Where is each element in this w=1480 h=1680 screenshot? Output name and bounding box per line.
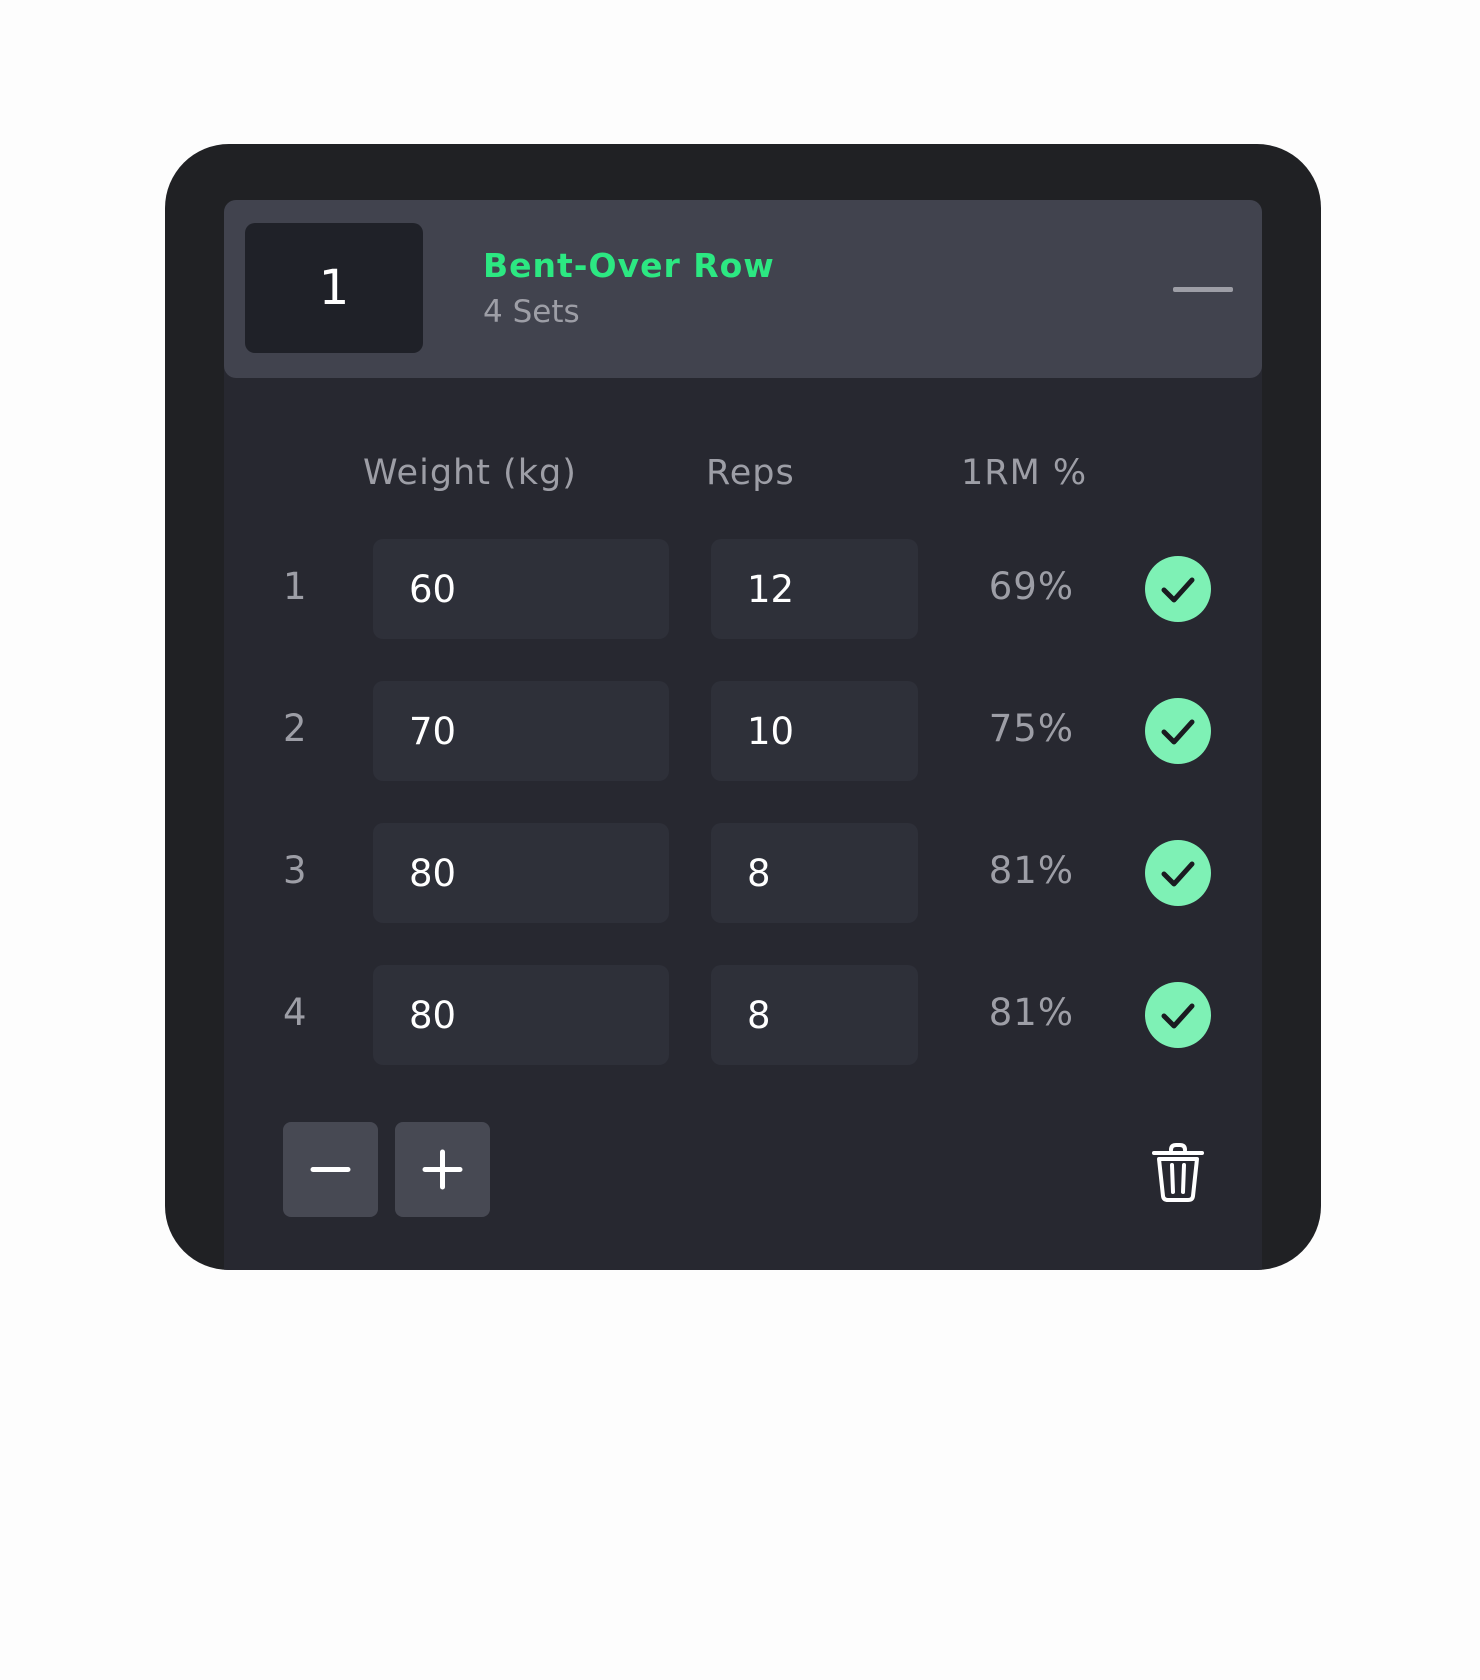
exercise-set-count: 4 Sets bbox=[483, 294, 580, 330]
checkmark-icon bbox=[1161, 1003, 1195, 1029]
one-rm-percent: 81% bbox=[988, 849, 1074, 892]
minus-line-icon bbox=[1173, 287, 1233, 292]
set-row: 4 80 8 81% bbox=[224, 965, 1262, 1065]
weight-input[interactable]: 80 bbox=[373, 965, 669, 1065]
one-rm-percent: 69% bbox=[988, 565, 1074, 608]
checkmark-icon bbox=[1161, 861, 1195, 887]
set-row: 2 70 10 75% bbox=[224, 681, 1262, 781]
set-row: 3 80 8 81% bbox=[224, 823, 1262, 923]
set-number: 3 bbox=[283, 849, 307, 892]
one-rm-percent: 75% bbox=[988, 707, 1074, 750]
trash-icon bbox=[1152, 1143, 1204, 1202]
exercise-index: 1 bbox=[245, 223, 423, 353]
checkmark-icon bbox=[1161, 577, 1195, 603]
weight-input[interactable]: 80 bbox=[373, 823, 669, 923]
checkmark-icon bbox=[1161, 719, 1195, 745]
remove-set-button[interactable] bbox=[283, 1122, 378, 1217]
reps-input[interactable]: 8 bbox=[711, 965, 918, 1065]
delete-exercise-button[interactable] bbox=[1145, 1140, 1211, 1206]
exercise-title: Bent-Over Row bbox=[483, 246, 775, 285]
set-row: 1 60 12 69% bbox=[224, 539, 1262, 639]
complete-set-button[interactable] bbox=[1145, 556, 1211, 622]
minus-icon bbox=[310, 1167, 351, 1172]
weight-input[interactable]: 60 bbox=[373, 539, 669, 639]
collapse-button[interactable] bbox=[1164, 262, 1244, 316]
add-set-button[interactable] bbox=[395, 1122, 490, 1217]
exercise-panel: 1 Bent-Over Row 4 Sets Weight (kg) Reps … bbox=[224, 200, 1262, 1270]
reps-input[interactable]: 10 bbox=[711, 681, 918, 781]
reps-input[interactable]: 12 bbox=[711, 539, 918, 639]
exercise-header[interactable]: 1 Bent-Over Row 4 Sets bbox=[224, 200, 1262, 378]
reps-input[interactable]: 8 bbox=[711, 823, 918, 923]
complete-set-button[interactable] bbox=[1145, 982, 1211, 1048]
set-number: 4 bbox=[283, 991, 307, 1034]
set-number: 1 bbox=[283, 565, 307, 608]
column-header-1rm: 1RM % bbox=[961, 453, 1088, 493]
column-header-reps: Reps bbox=[706, 453, 795, 493]
set-number: 2 bbox=[283, 707, 307, 750]
exercise-card: 1 Bent-Over Row 4 Sets Weight (kg) Reps … bbox=[165, 144, 1321, 1270]
complete-set-button[interactable] bbox=[1145, 698, 1211, 764]
complete-set-button[interactable] bbox=[1145, 840, 1211, 906]
one-rm-percent: 81% bbox=[988, 991, 1074, 1034]
plus-icon bbox=[422, 1149, 463, 1190]
column-header-weight: Weight (kg) bbox=[363, 453, 577, 493]
weight-input[interactable]: 70 bbox=[373, 681, 669, 781]
